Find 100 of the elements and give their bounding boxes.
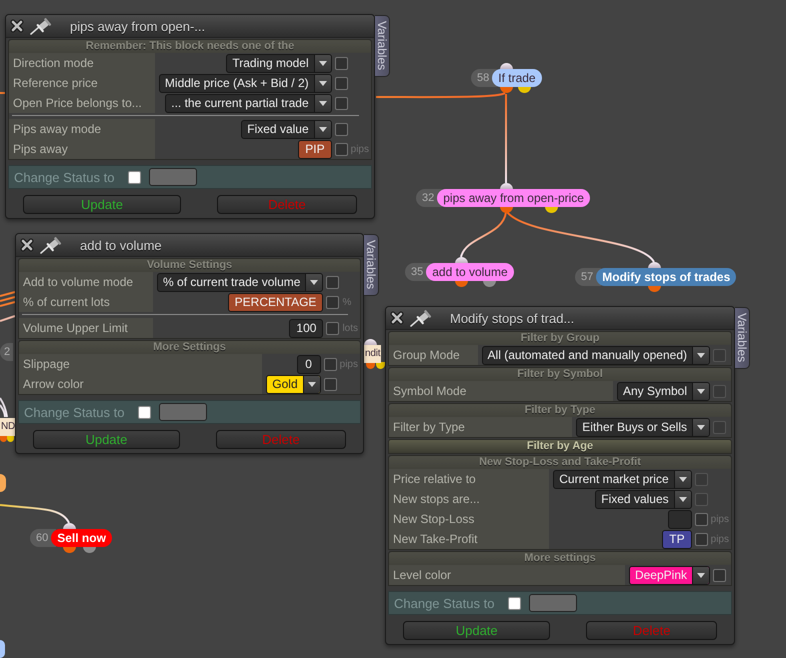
connector-line <box>0 504 70 524</box>
section-header[interactable]: More Settings <box>19 341 360 354</box>
dropdown[interactable]: ... the current partial trade <box>165 94 332 112</box>
field-label: Arrow color <box>19 374 262 394</box>
checkbox[interactable] <box>334 96 348 110</box>
checkbox[interactable] <box>334 76 348 90</box>
checkbox[interactable] <box>334 122 348 136</box>
connector-line <box>0 92 5 94</box>
node-number: 2 <box>0 343 14 361</box>
dropdown[interactable]: Trading model <box>226 54 332 72</box>
section-header[interactable]: More settings <box>389 552 731 565</box>
status-checkbox[interactable] <box>508 596 522 610</box>
dropdown[interactable]: Fixed value <box>241 120 332 138</box>
close-icon[interactable] <box>20 238 34 252</box>
update-button[interactable]: Update <box>23 195 181 214</box>
close-icon[interactable] <box>390 311 404 325</box>
input-field[interactable]: 0 <box>296 354 321 374</box>
node-label: add to volume <box>426 263 514 281</box>
input-field[interactable] <box>668 510 692 528</box>
field-label: Symbol Mode <box>389 381 613 401</box>
checkbox[interactable] <box>694 512 708 526</box>
node-number: 58 <box>471 69 498 87</box>
status-label: Change Status to <box>394 596 494 610</box>
node-label: Sell now <box>51 529 112 547</box>
node-label: pips away from open-price <box>437 189 590 207</box>
input-field[interactable]: 100 <box>289 318 324 338</box>
input-field[interactable]: PERCENTAGE <box>228 292 324 312</box>
status-field[interactable] <box>159 403 208 421</box>
section-header[interactable]: Filter by Age <box>388 439 732 454</box>
window-title: pips away from open-... <box>70 18 206 34</box>
field-label: Slippage <box>19 354 262 374</box>
window-title: Modify stops of trad... <box>450 310 574 326</box>
status-checkbox[interactable] <box>128 170 142 184</box>
node-label: ndit <box>364 345 382 363</box>
section-header[interactable]: Filter by Type <box>389 404 731 417</box>
field-label: Filter by Type <box>389 417 572 437</box>
node-number: 35 <box>405 263 432 281</box>
checkbox[interactable] <box>326 322 340 334</box>
section-header[interactable]: New Stop-Loss and Take-Profit <box>389 456 731 469</box>
caret-icon <box>314 94 331 112</box>
status-label: Change Status to <box>24 404 124 420</box>
caret-icon <box>692 346 709 364</box>
dropdown[interactable]: Middle price (Ask + Bid / 2) <box>158 74 332 92</box>
field-label: Reference price <box>9 73 155 93</box>
caret-icon <box>692 566 709 584</box>
variables-tab[interactable]: Variables <box>735 307 750 369</box>
field-label: New Take-Profit <box>389 529 550 549</box>
checkbox[interactable] <box>694 532 708 546</box>
checkbox[interactable] <box>324 358 337 370</box>
dropdown[interactable]: % of current trade volume <box>157 272 324 292</box>
caret-icon <box>302 376 320 392</box>
checkbox[interactable] <box>324 378 337 390</box>
field-label: % of current lots <box>19 292 154 312</box>
section-header[interactable]: Remember: This block needs one of the <box>9 40 371 53</box>
checkbox[interactable] <box>326 276 340 288</box>
status-field[interactable] <box>529 594 578 612</box>
caret-icon <box>674 470 691 488</box>
checkbox[interactable] <box>713 568 726 582</box>
pin-icon[interactable] <box>410 309 432 327</box>
update-button[interactable]: Update <box>403 621 550 640</box>
status-field[interactable] <box>149 168 198 186</box>
field-label: Pips away mode <box>9 119 155 139</box>
output-port-icon[interactable] <box>376 362 384 369</box>
input-field[interactable]: PIP <box>298 140 332 158</box>
field-label: Level color <box>389 565 625 585</box>
checkbox[interactable] <box>334 142 348 156</box>
status-label: Change Status to <box>14 170 114 184</box>
update-button[interactable]: Update <box>33 430 180 449</box>
node-number: 57 <box>575 268 602 286</box>
section-header[interactable]: Volume Settings <box>19 259 360 272</box>
node-number: 32 <box>416 189 442 207</box>
dropdown[interactable]: Gold <box>266 374 321 394</box>
field-label: Pips away <box>9 139 155 159</box>
pin-icon[interactable] <box>40 236 62 254</box>
field-label: Direction mode <box>9 53 155 73</box>
close-icon[interactable] <box>10 19 24 33</box>
checkbox[interactable] <box>326 296 340 308</box>
node-label: If trade <box>492 69 542 87</box>
caret-icon <box>692 418 709 436</box>
field-label: Volume Upper Limit <box>19 318 154 338</box>
section-header[interactable]: Filter by Group <box>389 332 731 345</box>
unit-label: % <box>342 296 352 308</box>
variables-tab[interactable]: Variables <box>375 15 390 77</box>
caret-icon <box>692 382 709 400</box>
input-field[interactable]: TP <box>662 530 692 548</box>
field-label: Open Price belongs to... <box>9 93 155 113</box>
caret-icon <box>674 490 691 508</box>
checkbox[interactable] <box>334 56 348 70</box>
dropdown[interactable]: DeepPink <box>628 566 710 584</box>
status-checkbox[interactable] <box>138 406 152 418</box>
field-label: Price relative to <box>389 469 550 489</box>
section-header[interactable]: Filter by Symbol <box>389 368 731 381</box>
field-label: Add to volume mode <box>19 272 154 292</box>
node-label: Modify stops of trades <box>596 268 736 286</box>
node-number: 60 <box>30 529 56 547</box>
window-title: add to volume <box>80 238 162 252</box>
caret-icon <box>314 120 331 138</box>
pin-icon[interactable] <box>30 17 52 35</box>
variables-tab[interactable]: Variables <box>364 234 379 296</box>
connector-line <box>0 315 16 322</box>
